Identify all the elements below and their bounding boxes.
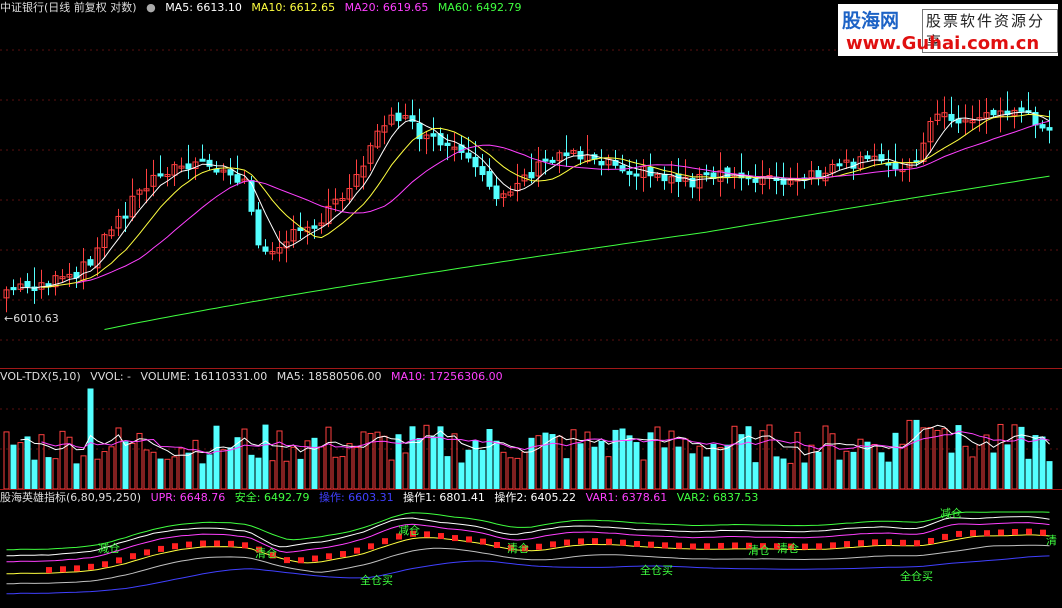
hero-header: 股海英雄指标(6,80,95,250) UPR: 6648.76 安全: 649… [0,490,764,506]
price-header: 中证银行(日线 前复权 对数) ● MA5: 6613.10 MA10: 661… [0,0,528,16]
vvol-readout: VVOL: - [90,370,132,383]
signal-qingcang: 清仓 [777,542,799,555]
min-price-label: ←6010.63 [4,312,59,325]
ma5-readout: MA5: 6613.10 [165,1,242,14]
signal-jiancang: 减仓 [398,524,420,537]
signal-jiancang: 减仓 [98,542,120,555]
safe-readout: 安全: 6492.79 [234,491,310,504]
brand-url: www.Guhai.com.cn [846,33,1040,54]
signal-qingcang: 清仓 [255,547,277,560]
ma60-readout: MA60: 6492.79 [437,1,522,14]
op2-readout: 操作2: 6405.22 [494,491,577,504]
signal-quancangmai: 全仓买 [640,564,673,577]
hero-indicator-name[interactable]: 股海英雄指标(6,80,95,250) [0,491,141,504]
signal-qingcang: 清 [1046,534,1057,547]
op1-readout: 操作1: 6801.41 [403,491,485,504]
ma20-readout: MA20: 6619.65 [344,1,429,14]
var2-readout: VAR2: 6837.53 [676,491,759,504]
volume-bars [0,388,1062,489]
volume-readout: VOLUME: 16110331.00 [140,370,268,383]
vol-ma5-readout: MA5: 18580506.00 [276,370,382,383]
settings-icon[interactable]: ● [146,1,156,14]
vol-ma10-readout: MA10: 17256306.00 [390,370,503,383]
signal-qingcang: 清仓 [507,542,529,555]
var1-readout: VAR1: 6378.61 [585,491,668,504]
ma10-readout: MA10: 6612.65 [251,1,336,14]
op-readout: 操作: 6603.31 [318,491,394,504]
signal-qingcang: 清仓 [748,544,770,557]
guhai-watermark: 股海网 股票软件资源分享 www.Guhai.com.cn [838,4,1058,56]
hero-lines [6,511,1050,595]
brand-logo: 股海网 [842,10,900,32]
signal-quancangmai: 全仓买 [360,574,393,587]
volume-pane[interactable]: VOL-TDX(5,10) VVOL: - VOLUME: 16110331.0… [0,369,1062,489]
signal-quancangmai: 全仓买 [900,570,933,583]
hero-pane[interactable]: 股海英雄指标(6,80,95,250) UPR: 6648.76 安全: 649… [0,490,1062,608]
signal-jiancang: 减仓 [940,507,962,520]
upr-readout: UPR: 6648.76 [150,491,226,504]
chart-title: 中证银行(日线 前复权 对数) [0,1,137,14]
volume-indicator-name[interactable]: VOL-TDX(5,10) [0,370,81,383]
volume-header: VOL-TDX(5,10) VVOL: - VOLUME: 16110331.0… [0,369,509,385]
